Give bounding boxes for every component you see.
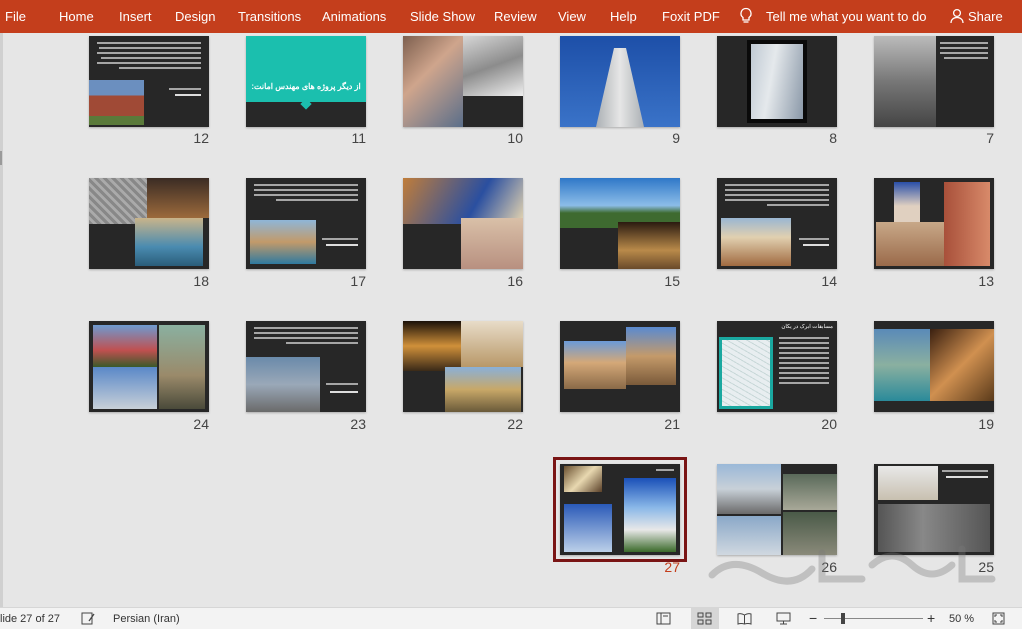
slide-thumbnail-9[interactable] [560,36,680,127]
tab-review[interactable]: Review [494,9,537,24]
tab-file[interactable]: File [5,9,26,24]
person-icon [950,8,964,24]
share-button[interactable]: Share [968,9,1003,24]
slide-thumbnail-20[interactable]: مسابقات ابرک در یکان [717,321,837,412]
slide-thumbnail-11[interactable]: از دیگر پروژه های مهندس امانت: [246,36,366,127]
slide-thumbnail-18[interactable] [89,178,209,269]
tab-home[interactable]: Home [59,9,94,24]
slide-number-23: 23 [350,416,366,432]
slide-number-14: 14 [821,273,837,289]
slide-20-title: مسابقات ابرک در یکان [781,324,833,330]
slide-thumbnail-26[interactable] [717,464,837,555]
slide-number-12: 12 [193,130,209,146]
tab-foxit-pdf[interactable]: Foxit PDF [662,9,720,24]
slide-number-22: 22 [507,416,523,432]
slide-11-title: از دیگر پروژه های مهندس امانت: [251,82,361,91]
slide-thumbnail-13[interactable] [874,178,994,269]
slide-thumbnail-25[interactable] [874,464,994,555]
slide-number-18: 18 [193,273,209,289]
ribbon-tab-bar: File Home Insert Design Transitions Anim… [0,0,1022,33]
tab-animations[interactable]: Animations [322,9,386,24]
slide-number-24: 24 [193,416,209,432]
tab-help[interactable]: Help [610,9,637,24]
slide-number-25: 25 [978,559,994,575]
slide-number-10: 10 [507,130,523,146]
slide-thumbnail-16[interactable] [403,178,523,269]
slide-number-16: 16 [507,273,523,289]
slide-thumbnail-23[interactable] [246,321,366,412]
slide-thumbnail-27[interactable] [553,457,687,562]
slide-thumbnail-14[interactable] [717,178,837,269]
tab-design[interactable]: Design [175,9,215,24]
slide-thumbnail-21[interactable] [560,321,680,412]
zoom-level[interactable]: 50 % [949,613,974,625]
tab-transitions[interactable]: Transitions [238,9,301,24]
tab-insert[interactable]: Insert [119,9,152,24]
tell-me-search[interactable]: Tell me what you want to do [766,9,926,24]
slide-number-19: 19 [978,416,994,432]
zoom-slider-track[interactable] [824,618,923,619]
left-pane-edge [0,33,3,607]
slide-thumbnail-22[interactable] [403,321,523,412]
slide-show-view-icon[interactable] [776,612,791,625]
slide-number-27: 27 [664,559,680,575]
normal-view-icon[interactable] [656,612,671,625]
lightbulb-icon [740,7,752,23]
slide-number-11: 11 [351,130,366,146]
slide-thumbnail-8[interactable] [717,36,837,127]
slide-counter: lide 27 of 27 [0,613,60,625]
zoom-in-icon[interactable]: + [927,610,935,626]
slide-number-15: 15 [664,273,680,289]
slide-thumbnail-12[interactable] [89,36,209,127]
status-bar: lide 27 of 27 Persian (Iran) − + 50 % [0,607,1022,629]
slide-thumbnail-10[interactable] [403,36,523,127]
zoom-slider-thumb[interactable] [841,613,845,624]
slide-thumbnail-17[interactable] [246,178,366,269]
reading-view-icon[interactable] [737,612,752,625]
tab-slide-show[interactable]: Slide Show [410,9,475,24]
slide-number-9: 9 [672,130,680,146]
language-indicator[interactable]: Persian (Iran) [113,613,180,625]
slide-number-17: 17 [350,273,366,289]
slide-number-21: 21 [664,416,680,432]
slide-number-20: 20 [821,416,837,432]
slide-thumbnail-19[interactable] [874,321,994,412]
proofing-icon[interactable] [81,612,96,625]
tab-view[interactable]: View [558,9,586,24]
fit-to-window-icon[interactable] [992,612,1005,625]
zoom-out-icon[interactable]: − [809,610,817,626]
slide-thumbnail-15[interactable] [560,178,680,269]
slide-number-13: 13 [978,273,994,289]
slide-number-26: 26 [821,559,837,575]
slide-thumbnail-7[interactable] [874,36,994,127]
slide-thumbnail-24[interactable] [89,321,209,412]
slide-number-7: 7 [986,130,994,146]
slide-number-8: 8 [829,130,837,146]
slide-sorter-view-icon[interactable] [697,612,712,625]
